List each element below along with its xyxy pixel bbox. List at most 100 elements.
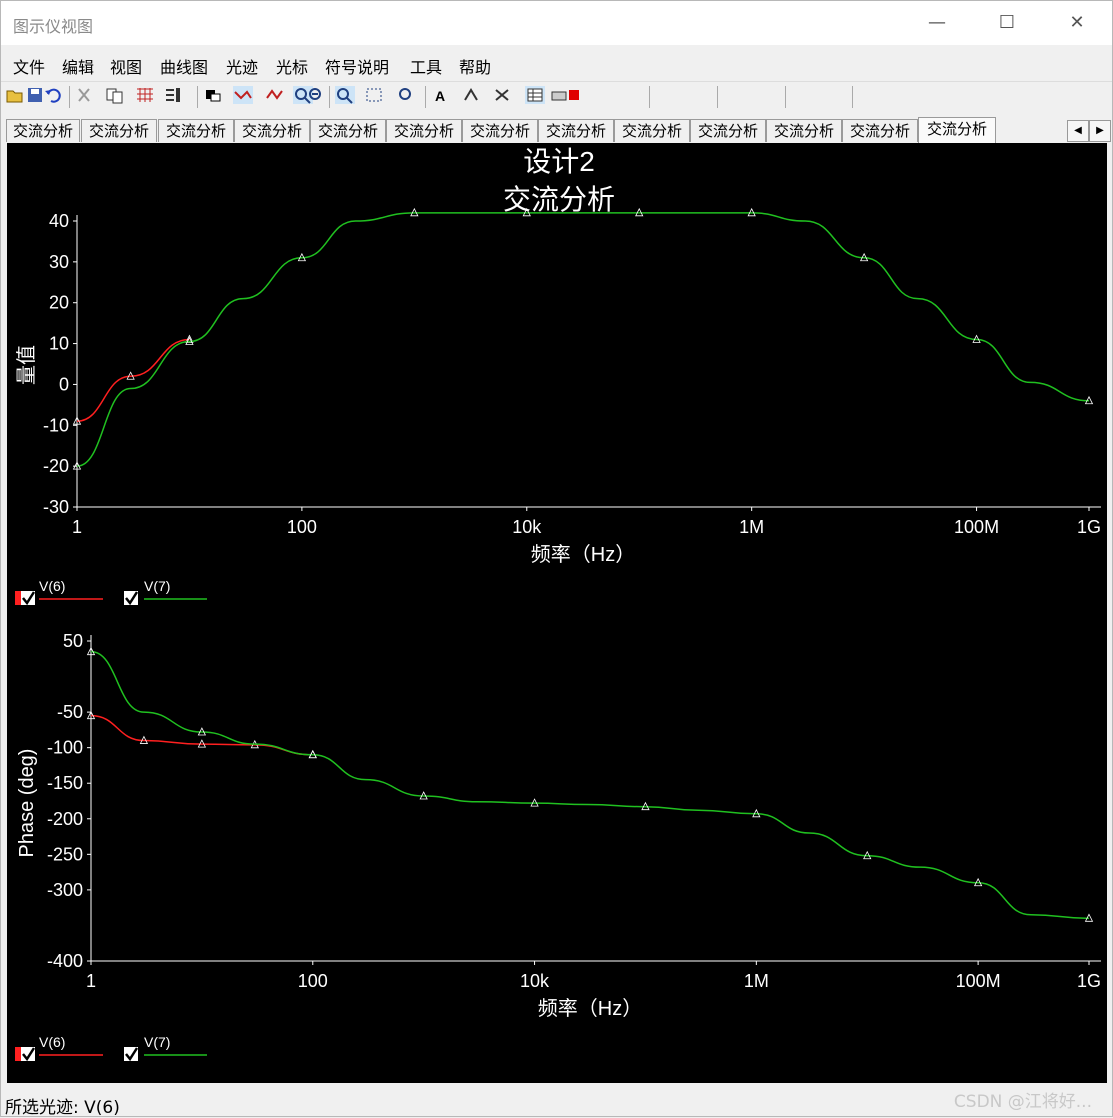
title-bar: 图示仪视图 — ☐ ✕ — [1, 1, 1112, 45]
y-axis-label: Phase (deg) — [16, 749, 38, 858]
series-line-v6 — [76, 338, 190, 422]
x-axis-label: 频率（Hz） — [538, 997, 642, 1020]
legend-label-v6: V(6) — [39, 578, 65, 594]
selected-trace-marker — [15, 1047, 21, 1061]
y-tick-label: 0 — [59, 374, 69, 394]
x-tick-label: 1 — [86, 971, 96, 991]
undo-icon[interactable] — [43, 86, 63, 104]
status-bar: 所选光迹: V(6) — [1, 1085, 1112, 1118]
menu-graph[interactable]: 曲线图 — [160, 54, 208, 78]
export-icon[interactable] — [525, 86, 545, 104]
menu-edit[interactable]: 编辑 — [62, 54, 94, 78]
tab-analysis-3[interactable]: 交流分析 — [158, 119, 234, 142]
text-icon[interactable]: A — [431, 86, 451, 104]
x-tick-label: 1M — [744, 971, 769, 991]
minimize-button[interactable]: — — [914, 5, 960, 41]
menu-cursor[interactable]: 光标 — [276, 54, 308, 78]
tab-analysis-7[interactable]: 交流分析 — [462, 119, 538, 142]
y-tick-label: 50 — [63, 631, 83, 651]
selected-trace-marker — [15, 591, 21, 605]
menu-view[interactable]: 视图 — [110, 54, 142, 78]
y-tick-label: -30 — [43, 497, 69, 517]
tab-analysis-8[interactable]: 交流分析 — [538, 119, 614, 142]
tab-analysis-11[interactable]: 交流分析 — [766, 119, 842, 142]
tab-analysis-6[interactable]: 交流分析 — [386, 119, 462, 142]
status-label: 所选光迹: V(6) — [5, 1098, 120, 1118]
tab-analysis-2[interactable]: 交流分析 — [81, 119, 157, 142]
font-icon[interactable] — [463, 86, 483, 104]
zoom-fit-icon[interactable] — [335, 86, 355, 104]
close-button[interactable]: ✕ — [1054, 5, 1100, 41]
bottom-legend: V(6) V(7) — [15, 1034, 207, 1062]
top-legend: V(6) V(7) — [15, 578, 207, 606]
menu-tools[interactable]: 工具 — [410, 54, 442, 78]
open-icon[interactable] — [5, 86, 25, 104]
y-tick-label: -300 — [47, 880, 83, 900]
window-title: 图示仪视图 — [13, 17, 94, 36]
tab-analysis-13[interactable]: 交流分析 — [918, 117, 996, 144]
legend-label-v7: V(7) — [144, 578, 170, 594]
watermark: CSDN @江将好... — [953, 1092, 1092, 1112]
tab-analysis-1[interactable]: 交流分析 — [6, 119, 80, 142]
y-tick-label: -150 — [47, 773, 83, 793]
save-icon[interactable] — [25, 86, 45, 104]
x-tick-label: 1G — [1077, 517, 1101, 537]
y-tick-label: -400 — [47, 951, 83, 971]
tab-scroll-right-button[interactable]: ▶ — [1089, 120, 1111, 142]
trace-icon[interactable] — [233, 86, 253, 104]
chart-2: 50 -50 -100 -150 -200 -250 -300 -4001 100 10k 1M 10… — [16, 631, 1101, 1020]
delete-icon[interactable] — [75, 86, 95, 104]
legend-label-v7: V(7) — [144, 1034, 170, 1050]
menu-help[interactable]: 帮助 — [459, 54, 491, 78]
copy-icon[interactable] — [105, 86, 125, 104]
zoom-out-icon[interactable] — [307, 86, 327, 104]
legend-label-v6: V(6) — [39, 1034, 65, 1050]
tab-analysis-10[interactable]: 交流分析 — [690, 119, 766, 142]
menu-bar: 文件 编辑 视图 曲线图 光迹 光标 符号说明 工具 帮助 — [1, 47, 1112, 79]
graph-subtitle: 交流分析 — [503, 184, 615, 215]
tab-analysis-9[interactable]: 交流分析 — [614, 119, 690, 142]
x-tick-label: 1 — [72, 517, 82, 537]
tab-analysis-12[interactable]: 交流分析 — [842, 119, 918, 142]
y-axis-label: 量值 — [15, 345, 38, 385]
marker-icon[interactable] — [265, 86, 285, 104]
x-tick-label: 100M — [956, 971, 1001, 991]
grid-icon[interactable] — [135, 86, 155, 104]
legend-icon[interactable] — [163, 86, 183, 104]
chart-1: 403020100-10-20-301 100 10k 1M 100M 1G频率（Hz）量… — [15, 207, 1101, 566]
zoom-select-icon[interactable] — [365, 86, 385, 104]
plot-area[interactable]: 设计2 交流分析 V(6) V(7) V(6) V(7) 40 30 20 10… — [7, 143, 1107, 1083]
y-tick-label: -50 — [57, 702, 83, 722]
y-tick-label: 20 — [49, 293, 69, 313]
menu-legend[interactable]: 符号说明 — [325, 54, 389, 78]
toolbar: A — [1, 81, 1112, 112]
analysis-tabs: 交流分析 交流分析 交流分析 交流分析 交流分析 交流分析 交流分析 交流分析 … — [1, 117, 1112, 144]
app-window: 图示仪视图 — ☐ ✕ 文件 编辑 视图 曲线图 光迹 光标 符号说明 工具 帮… — [0, 0, 1113, 1118]
stop-icon[interactable] — [565, 86, 585, 104]
svg-text:A: A — [435, 88, 445, 104]
props-icon[interactable] — [493, 86, 513, 104]
status-value: V(6) — [84, 1098, 120, 1118]
series-line-v7 — [76, 212, 1090, 467]
select-icon[interactable] — [203, 86, 223, 104]
menu-trace[interactable]: 光迹 — [226, 54, 258, 78]
y-tick-label: 10 — [49, 334, 69, 354]
y-tick-label: -10 — [43, 415, 69, 435]
y-tick-label: 30 — [49, 252, 69, 272]
x-tick-label: 10k — [512, 517, 542, 537]
y-tick-label: -250 — [47, 844, 83, 864]
x-tick-label: 1M — [739, 517, 764, 537]
menu-file[interactable]: 文件 — [13, 54, 45, 78]
grapher-canvas[interactable]: 设计2 交流分析 V(6) V(7) V(6) V(7) 403020100-1… — [7, 143, 1107, 1083]
x-tick-label: 10k — [520, 971, 550, 991]
x-tick-label: 100M — [954, 517, 999, 537]
y-tick-label: -200 — [47, 809, 83, 829]
x-axis-label: 频率（Hz） — [531, 543, 635, 566]
tab-scroll-left-button[interactable]: ◀ — [1067, 120, 1089, 142]
maximize-button[interactable]: ☐ — [984, 5, 1030, 41]
tab-analysis-4[interactable]: 交流分析 — [234, 119, 310, 142]
y-tick-label: -100 — [47, 738, 83, 758]
tab-analysis-5[interactable]: 交流分析 — [310, 119, 386, 142]
zoom-x-icon[interactable] — [397, 86, 417, 104]
graph-title: 设计2 — [523, 146, 595, 177]
